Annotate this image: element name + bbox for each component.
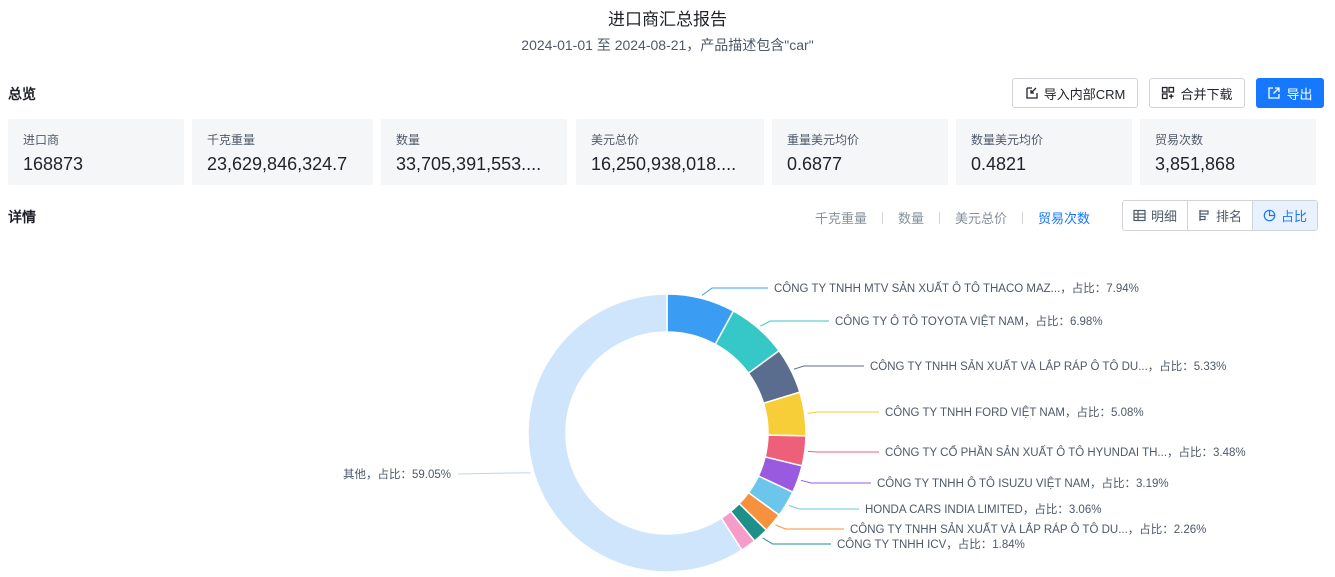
view-share-label: 占比	[1281, 209, 1308, 224]
label-leader-line	[701, 287, 768, 296]
slice-label: CÔNG TY TNHH MTV SẢN XUẤT Ô TÔ THACO MAZ…	[774, 281, 1139, 295]
stat-card-quantity: 数量 33,705,391,553....	[381, 119, 567, 185]
tab-divider	[939, 211, 941, 224]
slice-label: CÔNG TY TNHH FORD VIỆT NAM，占比：5.08%	[885, 405, 1144, 419]
report-title: 进口商汇总报告	[608, 10, 727, 29]
stat-value: 16,250,938,018....	[591, 154, 737, 174]
tab-divider	[1022, 211, 1024, 224]
metric-tabs: 千克重量 数量 美元总价 贸易次数	[815, 208, 1090, 227]
import-crm-button[interactable]: 导入内部CRM	[1012, 78, 1138, 108]
label-leader-line	[807, 450, 879, 453]
stat-card-trade-count: 贸易次数 3,851,868	[1140, 119, 1316, 185]
slice-label: HONDA CARS INDIA LIMITED，占比：3.06%	[865, 502, 1101, 516]
stat-card-importers: 进口商 168873	[8, 119, 184, 185]
view-detail-label: 明细	[1151, 209, 1178, 224]
stat-card-weight-avg-price: 重量美元均价 0.6877	[772, 119, 948, 185]
view-share-button[interactable]: 占比	[1253, 201, 1318, 230]
stat-card-total-usd: 美元总价 16,250,938,018....	[576, 119, 764, 185]
import-icon	[1026, 87, 1038, 99]
label-leader-line	[775, 524, 844, 530]
slice-label: 其他，占比：59.05%	[343, 467, 451, 481]
details-label: 详情	[8, 209, 36, 225]
stat-label: 进口商	[23, 133, 60, 147]
label-leader-line	[807, 411, 879, 414]
report-subtitle: 2024-01-01 至 2024-08-21，产品描述包含"car"	[521, 37, 814, 53]
merge-download-label: 合并下载	[1180, 86, 1233, 102]
export-button[interactable]: 导出	[1256, 78, 1324, 108]
stat-label: 千克重量	[207, 133, 256, 147]
stat-value: 33,705,391,553....	[396, 154, 542, 174]
overview-label: 总览	[8, 86, 36, 102]
stat-label: 数量	[396, 133, 421, 147]
merge-download-button[interactable]: 合并下载	[1149, 78, 1245, 108]
label-leader-line	[760, 320, 829, 327]
stat-value: 0.6877	[787, 154, 843, 174]
stat-card-quantity-avg-price: 数量美元均价 0.4821	[956, 119, 1132, 185]
label-leader-line	[457, 472, 531, 475]
table-icon	[1133, 209, 1146, 222]
label-leader-line	[762, 537, 831, 545]
ranking-icon	[1199, 210, 1209, 221]
stat-label: 重量美元均价	[787, 133, 860, 147]
export-icon	[1268, 87, 1281, 99]
slice-label: CÔNG TY TNHH ICV，占比：1.84%	[837, 537, 1025, 551]
view-ranking-button[interactable]: 排名	[1188, 201, 1254, 230]
slice-label: CÔNG TY TNHH SẢN XUẤT VÀ LẮP RÁP Ô TÔ DU…	[870, 359, 1226, 373]
view-switch: 明细 排名 占比	[1122, 200, 1319, 231]
stat-label: 数量美元均价	[971, 133, 1044, 147]
slice-label: CÔNG TY CỔ PHẦN SẢN XUẤT Ô TÔ HYUNDAI TH…	[885, 445, 1246, 459]
import-crm-label: 导入内部CRM	[1043, 86, 1126, 102]
label-leader-line	[800, 479, 871, 484]
stat-value: 3,851,868	[1155, 154, 1236, 174]
tab-weight[interactable]: 千克重量	[815, 208, 867, 227]
slice-label: CÔNG TY Ô TÔ TOYOTA VIỆT NAM，占比：6.98%	[835, 314, 1103, 328]
slice-label: CÔNG TY TNHH SẢN XUẤT VÀ LẮP RÁP Ô TÔ DU…	[850, 522, 1206, 536]
slice-label: CÔNG TY TNHH Ô TÔ ISUZU VIỆT NAM，占比：3.19…	[877, 476, 1169, 490]
view-ranking-label: 排名	[1216, 209, 1243, 224]
merge-icon	[1162, 86, 1175, 100]
tab-total-usd[interactable]: 美元总价	[955, 208, 1007, 227]
view-detail-button[interactable]: 明细	[1123, 201, 1189, 230]
stat-card-weight: 千克重量 23,629,846,324.7	[192, 119, 373, 185]
share-donut-chart: CÔNG TY TNHH MTV SẢN XUẤT Ô TÔ THACO MAZ…	[343, 281, 1246, 573]
export-label: 导出	[1286, 86, 1313, 102]
label-leader-line	[793, 365, 864, 370]
stat-value: 23,629,846,324.7	[207, 154, 348, 174]
tab-trade-count[interactable]: 贸易次数	[1038, 208, 1090, 227]
stat-value: 0.4821	[971, 154, 1027, 174]
stat-value: 168873	[23, 154, 84, 174]
tab-quantity[interactable]: 数量	[898, 208, 924, 227]
label-leader-line	[788, 505, 859, 510]
stat-label: 美元总价	[591, 133, 640, 147]
pie-chart-icon	[1263, 209, 1276, 222]
stat-label: 贸易次数	[1155, 133, 1204, 147]
tab-divider	[882, 211, 884, 224]
